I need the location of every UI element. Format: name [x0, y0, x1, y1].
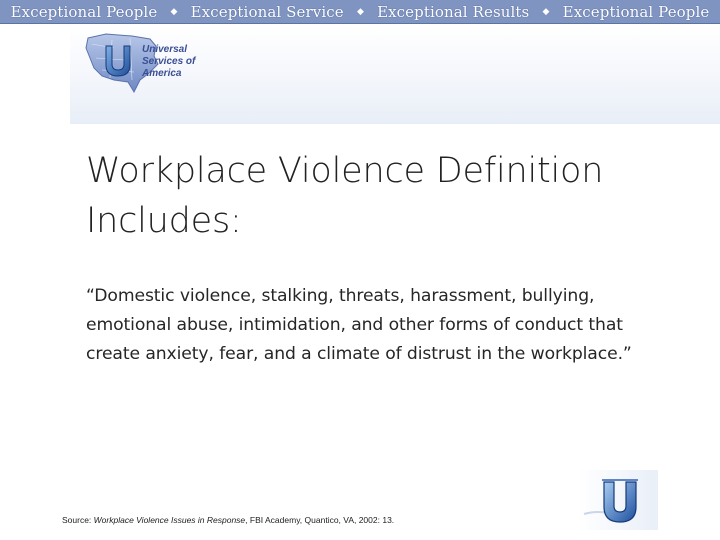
banner-item: Exceptional Service [190, 2, 344, 21]
title-line: Workplace Violence Definition [86, 151, 604, 191]
diamond-separator-icon: ◆ [542, 6, 550, 16]
banner-item: Exceptional People [562, 2, 710, 21]
diamond-separator-icon: ◆ [356, 6, 364, 16]
logo-line: Universal [142, 44, 188, 55]
slide-title: Workplace Violence Definition Includes: [86, 146, 686, 246]
diamond-separator-icon: ◆ [170, 6, 178, 16]
company-logo: Universal Services of America [84, 30, 224, 96]
logo-line: Services of [142, 56, 196, 67]
banner: Exceptional People ◆ Exceptional Service… [0, 0, 720, 24]
title-line: Includes: [86, 201, 242, 241]
corner-logo [578, 470, 658, 530]
source-citation: Source: Workplace Violence Issues in Res… [62, 515, 395, 525]
logo-text: Universal Services of America [142, 44, 195, 80]
logo-line: America [142, 68, 182, 79]
source-title: Workplace Violence Issues in Response [93, 515, 246, 525]
u-logo-icon [578, 470, 658, 530]
banner-item: Exceptional Results [377, 2, 530, 21]
definition-quote: “Domestic violence, stalking, threats, h… [86, 286, 632, 364]
banner-item: Exceptional People [10, 2, 158, 21]
